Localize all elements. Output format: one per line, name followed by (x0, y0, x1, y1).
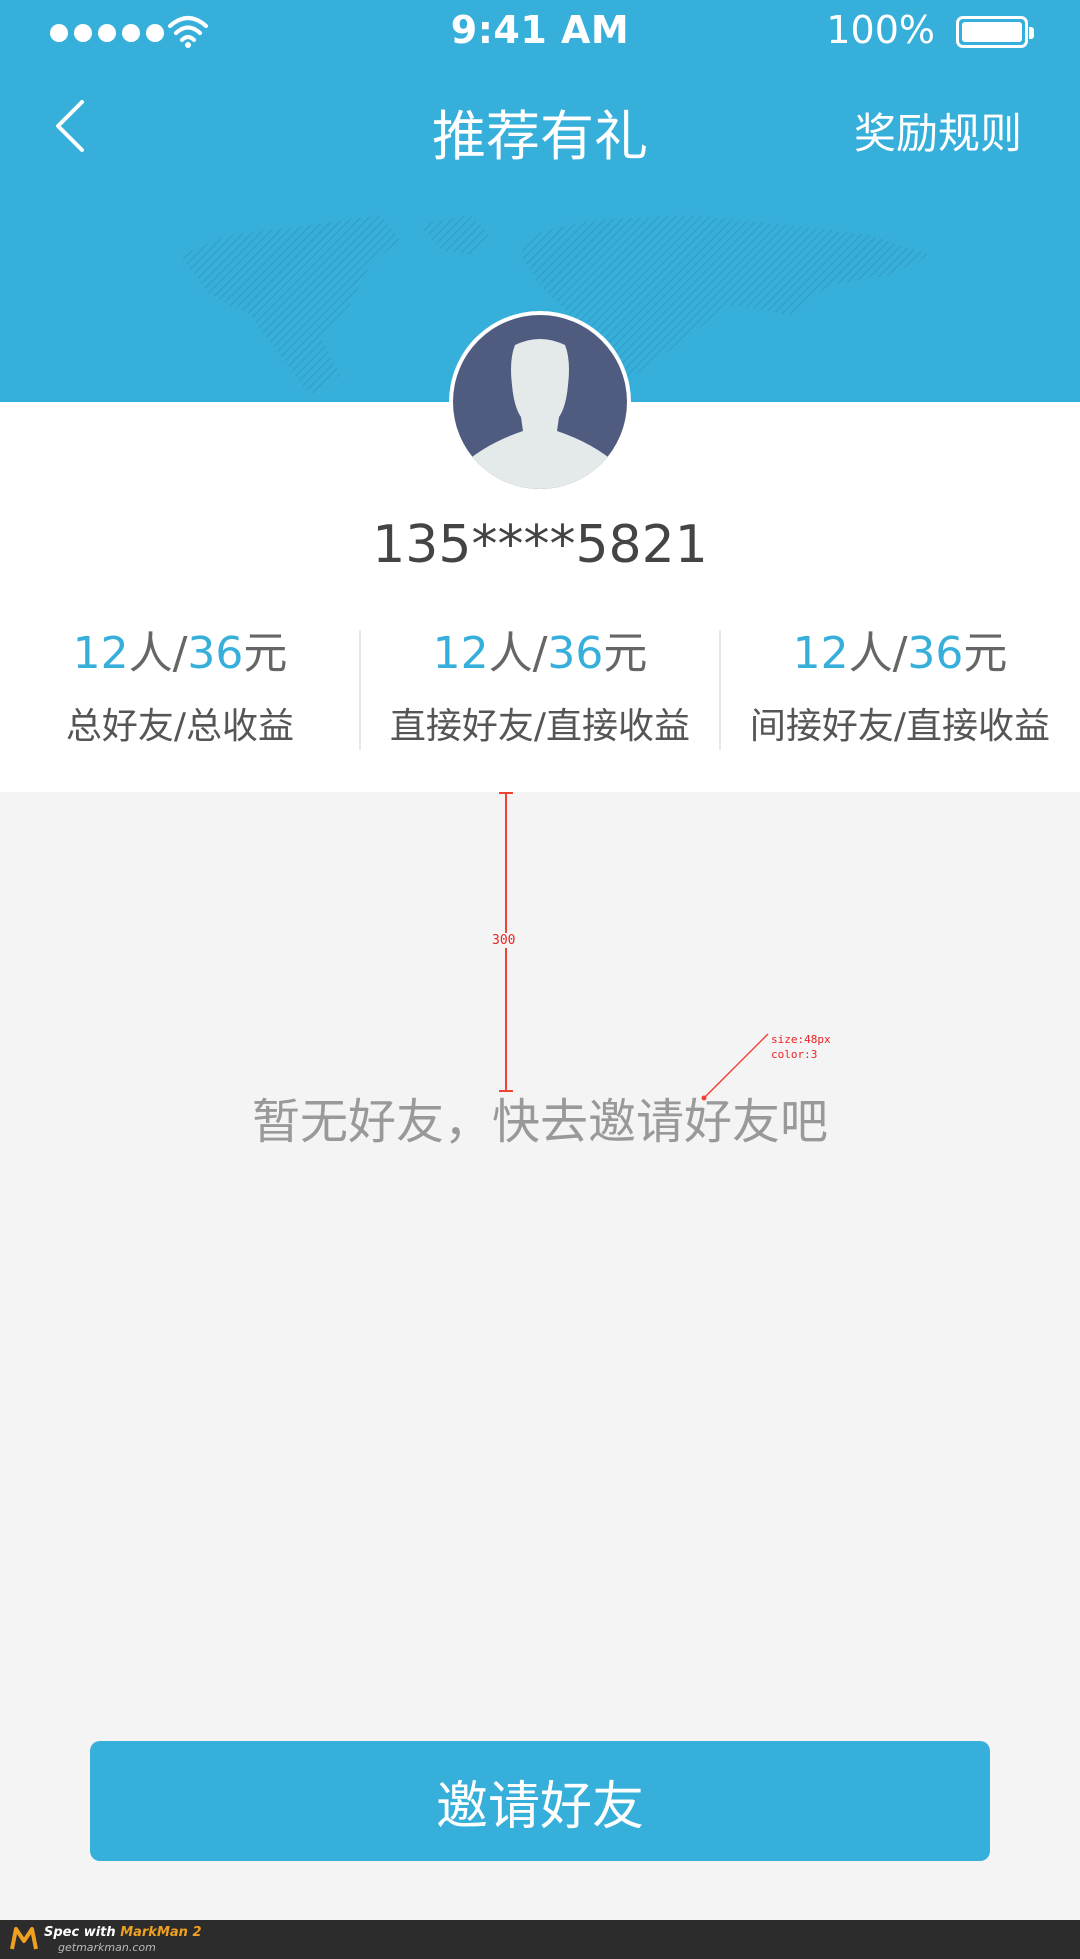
markman-logo-icon (10, 1927, 38, 1950)
footer-brand: Spec with MarkMan 2 (44, 1925, 202, 1940)
avatar[interactable] (449, 311, 631, 493)
stat-indirect: 12人/36元 间接好友/直接收益 (720, 625, 1080, 749)
stat-value: 12人/36元 (72, 628, 288, 679)
stat-label: 直接好友/直接收益 (389, 706, 691, 747)
markman-footer: Spec with MarkMan 2 getmarkman.com (0, 1920, 1080, 1959)
stat-total: 12人/36元 总好友/总收益 (0, 625, 360, 749)
battery-icon (956, 16, 1034, 48)
stat-value: 12人/36元 (432, 628, 648, 679)
stat-label: 总好友/总收益 (65, 706, 295, 747)
stat-label: 间接好友/直接收益 (749, 706, 1051, 747)
battery-percent: 100% (826, 8, 935, 52)
font-annotation: size:48px color:3 (771, 1033, 831, 1061)
spacing-annotation-cap (499, 792, 513, 794)
reward-rules-link[interactable]: 奖励规则 (854, 100, 1022, 161)
invite-friends-button[interactable]: 邀请好友 (90, 1741, 990, 1861)
stat-direct: 12人/36元 直接好友/直接收益 (360, 625, 720, 749)
footer-site: getmarkman.com (58, 1941, 156, 1954)
stat-value: 12人/36元 (792, 628, 1008, 679)
back-arrow-icon[interactable] (52, 98, 92, 154)
status-bar: 9:41 AM 100% (0, 0, 1080, 64)
user-avatar-icon (453, 315, 627, 489)
empty-state-message: 暂无好友，快去邀请好友吧 (251, 1094, 828, 1150)
spacing-annotation-value: 300 (492, 933, 516, 948)
user-phone: 135****5821 (372, 515, 708, 575)
